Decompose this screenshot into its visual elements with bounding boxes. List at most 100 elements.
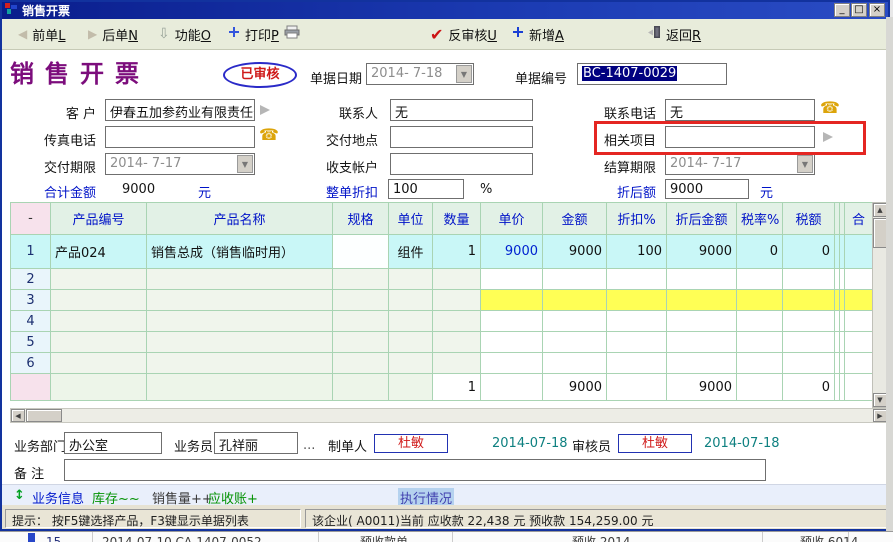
doc-no-label: 单据编号 [515,68,567,87]
app-icon [5,2,18,19]
highlighted-cell[interactable] [607,290,667,311]
tax-cell[interactable]: 0 [783,235,835,269]
delivery-place-label: 交付地点 [312,130,378,149]
auditor-label: 审核员 [572,436,611,455]
settle-deadline-combo[interactable]: 2014- 7-17 ▼ [665,153,815,175]
next-doc-button[interactable]: ▶ 后单N [88,23,138,45]
whole-discount-input[interactable]: 100 [388,179,464,199]
settle-deadline-label: 结算期限 [572,157,656,176]
customer-label: 客 户 [30,103,96,122]
price-cell[interactable]: 9000 [481,235,543,269]
toolbar: ◀ 前单L ▶ 后单N ⇩ 功能O 打印P ✔ [2,19,888,50]
table-header-row: - 产品编号 产品名称 规格 单位 数量 单价 金额 折扣% 折后金额 税率% … [11,203,873,235]
doc-date-label: 单据日期 [310,68,362,87]
account-label: 收支帐户 [312,157,378,176]
scrollbar-thumb[interactable] [873,218,887,248]
phone-icon[interactable]: ☎ [259,127,279,143]
more-button[interactable]: ... [303,438,315,453]
bg-row-number: 15 [46,533,61,542]
highlighted-cell[interactable] [667,290,737,311]
salesman-input[interactable]: 孔祥丽 [214,432,298,454]
table-row: 5 [11,332,873,353]
row-number-cell[interactable]: 6 [11,353,51,374]
qty-cell[interactable]: 1 [433,235,481,269]
row-number-cell[interactable]: 1 [11,235,51,269]
exit-door-icon [647,25,661,43]
delivery-deadline-combo[interactable]: 2014- 7-17 ▼ [105,153,255,175]
summary-qty: 1 [433,374,481,401]
scroll-down-icon[interactable]: ▼ [873,393,887,407]
horizontal-scrollbar[interactable]: ◀ ▶ [10,408,888,423]
chevron-down-icon[interactable]: ▼ [456,65,472,83]
discounted-amount-input[interactable]: 9000 [665,179,749,199]
column-header: 规格 [333,203,389,235]
discounted-amount-unit: 元 [760,182,773,201]
contact-phone-input[interactable]: 无 [665,99,815,121]
product-name-cell[interactable]: 销售总成（销售临时用） [147,235,333,269]
highlighted-cell[interactable] [783,290,835,311]
dept-label: 业务部门 [14,436,66,455]
bg-row-col5: 预收 6014 [800,533,858,542]
scroll-up-icon[interactable]: ▲ [873,203,887,217]
row-number-cell[interactable]: 3 [11,290,51,311]
customer-input[interactable]: 伊春五加参药业有限责任公 [105,99,255,121]
add-new-button[interactable]: 新增A [512,23,564,45]
scrollbar-thumb[interactable] [26,409,62,422]
minimize-button[interactable]: _ [834,3,850,17]
highlighted-cell[interactable] [481,290,543,311]
row-number-cell[interactable]: 5 [11,332,51,353]
maximize-button[interactable]: □ [851,3,867,17]
row-number-cell[interactable]: 4 [11,311,51,332]
fax-input[interactable] [105,126,255,148]
dept-input[interactable]: 办公室 [64,432,162,454]
doc-date-combo[interactable]: 2014- 7-18 ▼ [366,63,474,85]
creator-label: 制单人 [328,436,367,455]
scroll-right-icon[interactable]: ▶ [873,409,887,422]
summary-amount: 9000 [543,374,607,401]
summary-row: 1 9000 9000 0 [11,374,873,401]
print-button[interactable]: 打印P [228,23,302,45]
return-button[interactable]: 返回R [647,23,701,45]
sort-arrows-icon[interactable]: ↕ [14,488,25,503]
product-code-cell[interactable]: 产品024 [51,235,147,269]
customer-lookup-icon[interactable] [260,105,270,115]
summary-tax: 0 [783,374,835,401]
prev-doc-button[interactable]: ◀ 前单L [18,23,66,45]
scroll-left-icon[interactable]: ◀ [11,409,25,422]
discount-pct-cell[interactable]: 100 [607,235,667,269]
red-check-icon: ✔ [430,25,443,44]
highlighted-cell[interactable] [543,290,607,311]
amount-cell[interactable]: 9000 [543,235,607,269]
doc-no-input[interactable]: BC-1407-0029 [577,63,727,85]
column-header: 折扣% [607,203,667,235]
tax-rate-cell[interactable]: 0 [737,235,783,269]
function-button[interactable]: ⇩ 功能O [158,23,211,45]
phone-icon[interactable]: ☎ [820,100,840,116]
sales-invoice-window: 销售开票 _ □ × ◀ 前单L ▶ 后单N ⇩ 功能O 打印P [0,0,890,531]
fax-label: 传真电话 [30,130,96,149]
summary-discounted: 9000 [667,374,737,401]
salesman-label: 业务员 [174,436,213,455]
contact-input[interactable]: 无 [390,99,533,121]
unit-cell[interactable]: 组件 [389,235,433,269]
contact-phone-label: 联系电话 [572,103,656,122]
spec-cell[interactable] [333,235,389,269]
selection-bar [28,533,35,542]
unaudit-button[interactable]: ✔ 反审核U [430,23,497,45]
column-header: 数量 [433,203,481,235]
account-input[interactable] [390,153,533,175]
highlighted-cell[interactable] [737,290,783,311]
discounted-cell[interactable]: 9000 [667,235,737,269]
chevron-down-icon[interactable]: ▼ [797,155,813,173]
column-header: 单位 [389,203,433,235]
window-edge [886,17,893,531]
info-bar: ↕ 业务信息 库存~~ 销售量++ 应收账+ 执行情况 [2,484,888,507]
delivery-place-input[interactable] [390,126,533,148]
row-number-cell[interactable]: 2 [11,269,51,290]
items-table: - 产品编号 产品名称 规格 单位 数量 单价 金额 折扣% 折后金额 税率% … [10,202,873,401]
remark-input[interactable] [64,459,766,481]
bg-row-date-doc: 2014-07-10 CA-1407-0052 [102,533,262,542]
chevron-down-icon[interactable]: ▼ [237,155,253,173]
delivery-deadline-label: 交付期限 [30,157,96,176]
close-button[interactable]: × [869,3,885,17]
